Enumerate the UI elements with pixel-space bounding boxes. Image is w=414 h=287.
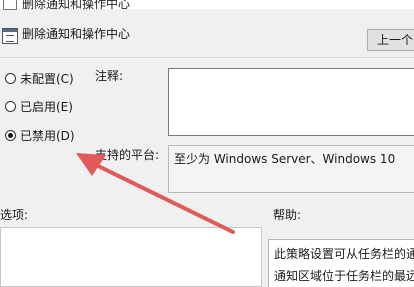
- radio-enabled[interactable]: 已启用(E): [5, 98, 73, 114]
- help-label: 帮助:: [273, 208, 302, 222]
- comment-label: 注释:: [95, 69, 124, 83]
- options-panel: [0, 227, 262, 287]
- radio-not-configured-label: 未配置(C): [20, 71, 74, 86]
- radio-disabled-label: 已禁用(D): [20, 128, 75, 143]
- window-icon: [3, 0, 17, 10]
- radio-enabled-circle[interactable]: [5, 100, 16, 112]
- policy-setting-icon: [2, 28, 18, 44]
- radio-not-configured-circle[interactable]: [5, 72, 16, 84]
- help-text-line: 此策略设置可从任务栏的通: [274, 247, 414, 261]
- help-panel[interactable]: 此策略设置可从任务栏的通 通知区域位于任务栏的最远: [268, 239, 414, 287]
- radio-enabled-label: 已启用(E): [20, 99, 73, 114]
- policy-editor-window: 删除通知和操作中心 删除通知和操作中心 上一个 未配置(C) 已启用(E) 已禁…: [0, 0, 414, 287]
- supported-platform-value: 至少为 Windows Server、Windows 10: [168, 145, 414, 193]
- options-label: 选项:: [0, 208, 29, 222]
- header-divider: [0, 57, 414, 58]
- radio-not-configured[interactable]: 未配置(C): [5, 70, 74, 86]
- previous-setting-button[interactable]: 上一个: [367, 29, 414, 51]
- supported-platform-label: 支持的平台:: [95, 148, 160, 162]
- comment-field[interactable]: [168, 68, 414, 136]
- radio-disabled[interactable]: 已禁用(D): [5, 127, 75, 143]
- window-title: 删除通知和操作中心: [22, 0, 131, 11]
- title-bar: 删除通知和操作中心: [0, 0, 414, 11]
- radio-disabled-circle[interactable]: [5, 129, 16, 141]
- help-text-line: 通知区域位于任务栏的最远: [274, 269, 414, 283]
- policy-title: 删除通知和操作中心: [22, 27, 131, 41]
